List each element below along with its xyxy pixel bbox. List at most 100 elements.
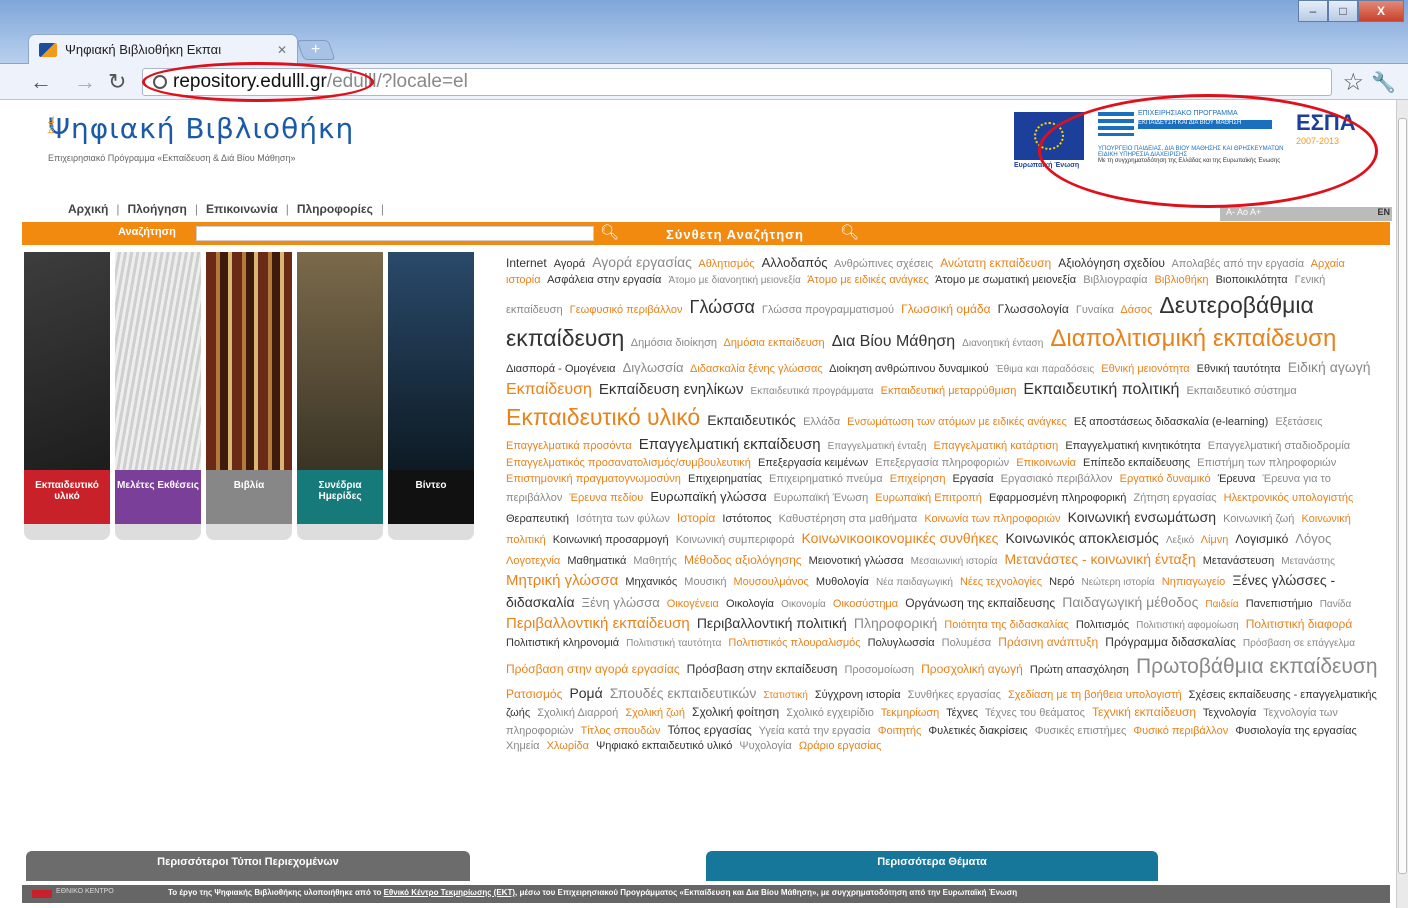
tag-link[interactable]: Επικοινωνία [1016, 457, 1076, 469]
window-close-button[interactable]: X [1358, 0, 1404, 22]
tag-link[interactable]: Εθνική ταυτότητα [1197, 363, 1281, 375]
reload-icon[interactable]: ↻ [108, 70, 126, 94]
browser-tab[interactable]: Ψηφιακή Βιβλιοθήκη Εκπαι ✕ [28, 34, 298, 64]
tag-link[interactable]: Αθλητισμός [698, 258, 754, 270]
tag-link[interactable]: Δημόσια εκπαίδευση [723, 337, 824, 349]
tag-link[interactable]: Πολυμέσα [942, 637, 992, 649]
tag-link[interactable]: Επαγγελματική κινητικότητα [1065, 440, 1200, 452]
tile-video[interactable]: Βίντεο [388, 252, 474, 540]
tag-link[interactable]: Μουσουλμάνος [734, 576, 809, 588]
tag-link[interactable]: Δημόσια διοίκηση [631, 337, 717, 349]
tag-link[interactable]: Εκπαιδευτική πολιτική [1023, 381, 1179, 398]
tag-link[interactable]: Μεσαιωνική ιστορία [911, 556, 998, 567]
tag-link[interactable]: Οικολογία [726, 598, 774, 610]
tag-link[interactable]: Πολιτιστική ταυτότητα [626, 638, 721, 649]
tag-link[interactable]: Τόπος εργασίας [667, 723, 751, 737]
tag-link[interactable]: Υγεία κατά την εργασία [759, 725, 871, 737]
tag-link[interactable]: Μητρική γλώσσα [506, 572, 618, 589]
bookmark-star-icon[interactable]: ☆ [1342, 68, 1364, 97]
tag-link[interactable]: Επαγγελματική κατάρτιση [934, 440, 1059, 452]
tag-link[interactable]: Πολιτιστική αφομοίωση [1136, 620, 1239, 631]
tag-link[interactable]: Τέχνες [946, 707, 978, 719]
tag-link[interactable]: Ευρωπαϊκή γλώσσα [650, 489, 766, 504]
tag-link[interactable]: Κοινωνικός αποκλεισμός [1006, 530, 1159, 546]
tag-link[interactable]: Φυσιολογία της εργασίας [1235, 725, 1356, 737]
tag-link[interactable]: Μουσική [684, 576, 726, 588]
tag-link[interactable]: Ευρωπαϊκή Ένωση [774, 492, 869, 504]
wrench-menu-icon[interactable]: 🔧 [1371, 70, 1396, 95]
tag-link[interactable]: Ωράριο εργασίας [799, 740, 882, 752]
tag-link[interactable]: Μηχανικός [625, 576, 677, 588]
tag-link[interactable]: Συνθήκες εργασίας [908, 689, 1001, 701]
tag-link[interactable]: Οργάνωση της εκπαίδευσης [905, 596, 1055, 610]
tag-link[interactable]: Λόγος [1295, 531, 1331, 546]
tag-link[interactable]: Οικονομία [781, 599, 826, 610]
maximize-button[interactable]: □ [1328, 0, 1358, 22]
tag-link[interactable]: Επαγγελματικά προσόντα [506, 440, 632, 452]
tag-link[interactable]: Οικοσύστημα [833, 598, 898, 610]
tag-link[interactable]: Φυσικές επιστήμες [1035, 725, 1127, 737]
tag-link[interactable]: Πανίδα [1320, 599, 1352, 610]
tag-link[interactable]: Διοίκηση ανθρώπινου δυναμικού [829, 363, 989, 375]
tag-link[interactable]: Ανθρώπινες σχέσεις [834, 258, 933, 270]
search-icon[interactable]: 🔍︎ [600, 223, 619, 241]
tag-link[interactable]: Εκπαιδευτικά προγράμματα [751, 386, 874, 397]
tag-link[interactable]: Κοινωνική προσαρμογή [553, 534, 669, 546]
tag-link[interactable]: Άτομο με ειδικές ανάγκες [807, 274, 929, 286]
tile-conferences[interactable]: Συνέδρια Ημερίδες [297, 252, 383, 540]
tag-link[interactable]: Επαγγελματική εκπαίδευση [639, 436, 821, 453]
tag-link[interactable]: Εκπαίδευση ενηλίκων [599, 381, 744, 398]
tag-link[interactable]: Έθιμα και παραδόσεις [996, 364, 1094, 375]
tag-link[interactable]: Λίμνη [1201, 534, 1229, 546]
tile-books[interactable]: Βιβλία [206, 252, 292, 540]
tag-link[interactable]: Κοινωνικοοικονομικές συνθήκες [802, 530, 999, 546]
new-tab-button[interactable]: + [296, 40, 336, 60]
tag-link[interactable]: Διασπορά - Ομογένεια [506, 363, 616, 375]
tag-link[interactable]: Εξ αποστάσεως διδασκαλία (e-learning) [1074, 416, 1268, 428]
tag-link[interactable]: Ιστορία [677, 511, 715, 525]
tag-link[interactable]: Διαπολιτισμική εκπαίδευση [1050, 325, 1336, 352]
tag-link[interactable]: Μετανάστευση [1203, 555, 1274, 567]
advanced-search-icon[interactable]: 🔍︎ [840, 223, 859, 241]
tag-link[interactable]: Γλώσσα [690, 297, 755, 317]
tag-link[interactable]: Πληροφορική [854, 615, 937, 631]
tab-close-icon[interactable]: ✕ [277, 43, 287, 57]
tag-link[interactable]: Σπουδές εκπαιδευτικών [610, 685, 757, 701]
tag-link[interactable]: Εργασία [953, 473, 994, 485]
tag-link[interactable]: Στατιστική [763, 690, 807, 701]
nav-home[interactable]: Αρχική [68, 202, 108, 216]
tag-link[interactable]: Αλλοδαπός [762, 255, 828, 270]
tag-link[interactable]: Πρώτη απασχόληση [1030, 664, 1129, 676]
tag-link[interactable]: Ισότητα των φύλων [576, 513, 670, 525]
tag-link[interactable]: Νεώτερη ιστορία [1081, 577, 1154, 588]
tag-link[interactable]: Γλωσσική ομάδα [901, 302, 990, 316]
tag-link[interactable]: Θεραπευτική [506, 513, 569, 525]
tag-link[interactable]: Έρευνα πεδίου [569, 492, 643, 504]
tag-link[interactable]: Γλωσσολογία [998, 302, 1069, 316]
more-content-types-tab[interactable]: Περισσότεροι Τύποι Περιεχομένων [26, 851, 470, 881]
nav-contact[interactable]: Επικοινωνία [206, 202, 278, 216]
tag-link[interactable]: Νηπιαγωγείο [1162, 576, 1226, 588]
forward-arrow-icon[interactable]: → [74, 70, 96, 94]
tag-link[interactable]: Άτομο με διανοητική μειονεξία [668, 275, 800, 286]
tag-link[interactable]: Εκπαιδευτική μεταρρύθμιση [881, 385, 1017, 397]
tag-link[interactable]: Επαγγελματική ένταξη [828, 441, 927, 452]
font-size-controls[interactable]: A- Ao A+ EN [1220, 207, 1392, 221]
font-size-options[interactable]: A- Ao A+ [1226, 207, 1261, 217]
tag-link[interactable]: Νέα παιδαγωγική [876, 577, 953, 588]
tag-link[interactable]: Εκπαιδευτικό σύστημα [1187, 385, 1297, 397]
tag-link[interactable]: Οικογένεια [667, 598, 719, 610]
tag-link[interactable]: Άτομο με σωματική μειονεξία [935, 274, 1076, 286]
tag-link[interactable]: Πολιτιστική διαφορά [1246, 617, 1353, 631]
tag-link[interactable]: Γυναίκα [1076, 304, 1114, 316]
tag-link[interactable]: Διδασκαλία ξένης γλώσσας [690, 363, 823, 375]
tag-link[interactable]: Περιβαλλοντική πολιτική [697, 615, 847, 631]
tag-link[interactable]: Επαγγελματικός προσανατολισμός/συμβουλευ… [506, 457, 751, 469]
footer-ekt-link[interactable]: Εθνικό Κέντρο Τεκμηρίωσης (ΕΚΤ) [384, 888, 515, 897]
tag-link[interactable]: Χλωρίδα [547, 740, 589, 752]
tag-link[interactable]: Πρόγραμμα διδασκαλίας [1105, 635, 1236, 649]
more-topics-tab[interactable]: Περισσότερα Θέματα [706, 851, 1158, 881]
tag-link[interactable]: Τίτλος σπουδών [580, 725, 660, 737]
tag-link[interactable]: Δια Βίου Μάθηση [832, 333, 955, 350]
tag-link[interactable]: Σχολική φοίτηση [692, 705, 779, 719]
